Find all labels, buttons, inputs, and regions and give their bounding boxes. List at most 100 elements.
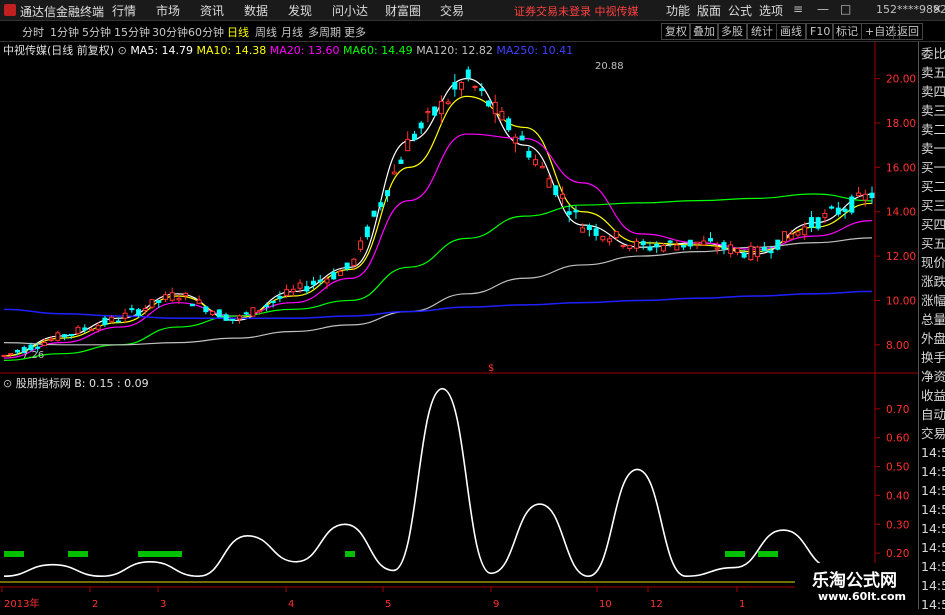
close-icon[interactable]: ✕ [932, 2, 942, 16]
period-multi[interactable]: 多周期 [308, 24, 341, 40]
quote-panel-item[interactable]: 现价 [921, 253, 945, 273]
f10-button[interactable]: F10 [806, 23, 835, 40]
maximize-icon[interactable]: □ [840, 2, 851, 16]
candle-body [741, 252, 747, 258]
candle-body [418, 122, 424, 129]
draw-button[interactable]: 画线 [776, 23, 806, 40]
menu-trade[interactable]: 交易 [440, 2, 464, 19]
period-monthly[interactable]: 月线 [281, 24, 303, 40]
candle-body [822, 213, 828, 218]
quote-panel-item[interactable]: 收益 [921, 386, 945, 406]
quote-panel-item[interactable]: 卖三 [921, 101, 945, 121]
period-daily[interactable]: 日线 [227, 24, 249, 40]
indicator-tick-label: 0.70 [886, 404, 909, 416]
indicator-dropdown-icon[interactable]: ⊙ [3, 377, 12, 390]
candle-body [640, 241, 646, 246]
quote-panel-item[interactable]: 买四 [921, 215, 945, 235]
candle-body [788, 233, 794, 240]
quote-panel-item[interactable]: 涨跌 [921, 272, 945, 292]
candle-body [136, 309, 142, 316]
candle-body [808, 217, 814, 228]
candle-body [775, 239, 781, 250]
menu-news[interactable]: 资讯 [200, 2, 224, 19]
candle-body [701, 240, 707, 246]
ma-line-ma60 [3, 193, 873, 361]
quote-panel-item[interactable]: 卖五 [921, 63, 945, 83]
quote-panel-item[interactable]: 换手 [921, 348, 945, 368]
candle-body [263, 305, 269, 308]
menu-wealth[interactable]: 财富圈 [385, 2, 421, 19]
period-more[interactable]: 更多 [344, 24, 366, 40]
period-5min[interactable]: 5分钟 [82, 24, 111, 40]
menu-formula[interactable]: 公式 [728, 2, 752, 19]
quote-panel-item[interactable]: 买一 [921, 158, 945, 178]
quote-panel-item[interactable]: 委比 [921, 44, 945, 64]
quote-panel-item[interactable]: 14:56 [921, 462, 945, 482]
candle-body [277, 295, 283, 299]
period-30min[interactable]: 30分钟 [152, 24, 188, 40]
candle-body [687, 239, 693, 247]
quote-panel-item[interactable]: 自动 [921, 405, 945, 425]
indicator-tick-label: 0.30 [886, 519, 909, 531]
ma60-label: MA60: 14.49 [342, 44, 413, 57]
quote-panel-item[interactable]: 交易 [921, 424, 945, 444]
mark-button[interactable]: 标记 [832, 23, 862, 40]
kline-chart[interactable]: 20.0018.0016.0014.0012.0010.008.00 0.700… [0, 42, 918, 609]
period-1min[interactable]: 1分钟 [50, 24, 79, 40]
candle-body [485, 100, 491, 107]
quote-panel-item[interactable]: 买五 [921, 234, 945, 254]
adjust-button[interactable]: 复权 [661, 23, 691, 40]
quote-panel-item[interactable]: 14:56 [921, 519, 945, 539]
menu-discover[interactable]: 发现 [288, 2, 312, 19]
menu-market[interactable]: 行情 [112, 2, 136, 19]
menu-function[interactable]: 功能 [666, 2, 690, 19]
statistics-button[interactable]: 统计 [747, 23, 777, 40]
candle-body [162, 294, 168, 300]
quote-panel-item[interactable]: 卖二 [921, 120, 945, 140]
ma250-label: MA250: 10.41 [496, 44, 574, 57]
quote-panel-item[interactable]: 14:56 [921, 595, 945, 615]
candle-body [68, 333, 74, 336]
period-weekly[interactable]: 周线 [255, 24, 277, 40]
overlay-button[interactable]: 叠加 [689, 23, 719, 40]
candle-body [748, 245, 754, 261]
menu-data[interactable]: 数据 [244, 2, 268, 19]
back-button[interactable]: 返回 [893, 23, 923, 40]
quote-panel-item[interactable]: 14:56 [921, 443, 945, 463]
candle-body [479, 88, 485, 91]
quote-panel-item[interactable]: 净资 [921, 367, 945, 387]
candle-body [425, 111, 431, 114]
menu-layout[interactable]: 版面 [697, 2, 721, 19]
period-toolbar: 分时 1分钟 5分钟 15分钟 30分钟 60分钟 日线 周线 月线 多周期 更… [0, 21, 945, 42]
candle-body [721, 242, 727, 250]
quote-panel-item[interactable]: 外盘 [921, 329, 945, 349]
indicator-values: B: 0.15 : 0.09 [74, 377, 149, 390]
quote-panel-item[interactable]: 14:56 [921, 557, 945, 577]
period-15min[interactable]: 15分钟 [114, 24, 150, 40]
quote-panel-item[interactable]: 14:56 [921, 576, 945, 596]
quote-panel-item[interactable]: 14:56 [921, 481, 945, 501]
candle-body [311, 280, 317, 285]
minimize-icon[interactable]: — [817, 2, 829, 16]
date-tick-label: 10 [599, 599, 612, 609]
quote-panel-item[interactable]: 14:56 [921, 538, 945, 558]
quote-panel-item[interactable]: 总量 [921, 310, 945, 330]
quote-panel-item[interactable]: 买三 [921, 196, 945, 216]
quote-panel-item[interactable]: 卖一 [921, 139, 945, 159]
period-60min[interactable]: 60分钟 [188, 24, 224, 40]
dropdown-icon[interactable]: ⊙ [118, 44, 127, 57]
quote-panel-item[interactable]: 涨幅 [921, 291, 945, 311]
menu-icon[interactable]: ≡ [793, 2, 803, 16]
candle-body [835, 207, 841, 215]
menu-options[interactable]: 选项 [759, 2, 783, 19]
candle-body [694, 241, 700, 245]
candle-body [593, 228, 599, 236]
quote-panel-item[interactable]: 买二 [921, 177, 945, 197]
candle-body [237, 315, 243, 320]
menu-ask[interactable]: 问小达 [332, 2, 368, 19]
quote-panel-item[interactable]: 14:56 [921, 500, 945, 520]
menu-market-list[interactable]: 市场 [156, 2, 180, 19]
quote-panel-item[interactable]: 卖四 [921, 82, 945, 102]
multi-stock-button[interactable]: 多股 [717, 23, 747, 40]
period-time-share[interactable]: 分时 [22, 24, 44, 40]
